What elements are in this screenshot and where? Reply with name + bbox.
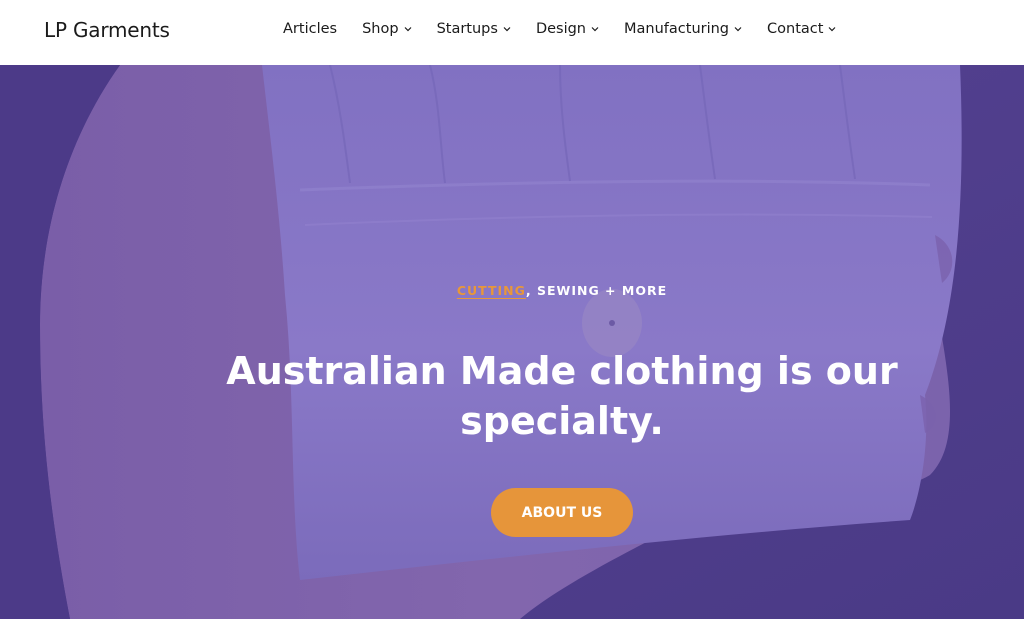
eyebrow-cutting-link[interactable]: CUTTING — [457, 283, 526, 298]
hero-headline: Australian Made clothing is our specialt… — [226, 349, 898, 443]
nav-item-label: Articles — [283, 21, 338, 37]
nav-item-manufacturing[interactable]: Manufacturing — [624, 21, 742, 37]
about-us-button[interactable]: ABOUT US — [491, 488, 633, 537]
chevron-down-icon — [828, 25, 836, 33]
nav-item-label: Startups — [436, 21, 498, 37]
nav-item-label: Design — [535, 21, 587, 37]
nav-item-design[interactable]: Design — [536, 21, 599, 37]
nav-item-shop[interactable]: Shop — [362, 21, 411, 37]
hero-section: CUTTING, SEWING + MORE Australian Made c… — [0, 65, 1024, 619]
chevron-down-icon — [404, 25, 412, 33]
nav-item-label: Contact — [767, 21, 824, 37]
nav-item-label: Manufacturing — [624, 21, 730, 37]
chevron-down-icon — [503, 25, 511, 33]
site-header: LP Garments Articles Shop Startups Desig… — [0, 0, 1024, 65]
nav-item-contact[interactable]: Contact — [767, 21, 836, 37]
nav-item-startups[interactable]: Startups — [437, 21, 511, 37]
nav-item-label: Shop — [362, 21, 399, 37]
site-logo[interactable]: LP Garments — [44, 18, 170, 42]
chevron-down-icon — [734, 25, 742, 33]
chevron-down-icon — [591, 25, 599, 33]
hero-eyebrow: CUTTING, SEWING + MORE — [0, 283, 1024, 298]
main-nav: Articles Shop Startups Design Manufactur… — [283, 21, 861, 37]
nav-item-articles[interactable]: Articles — [283, 21, 337, 37]
eyebrow-rest-text: , SEWING + MORE — [525, 283, 668, 298]
